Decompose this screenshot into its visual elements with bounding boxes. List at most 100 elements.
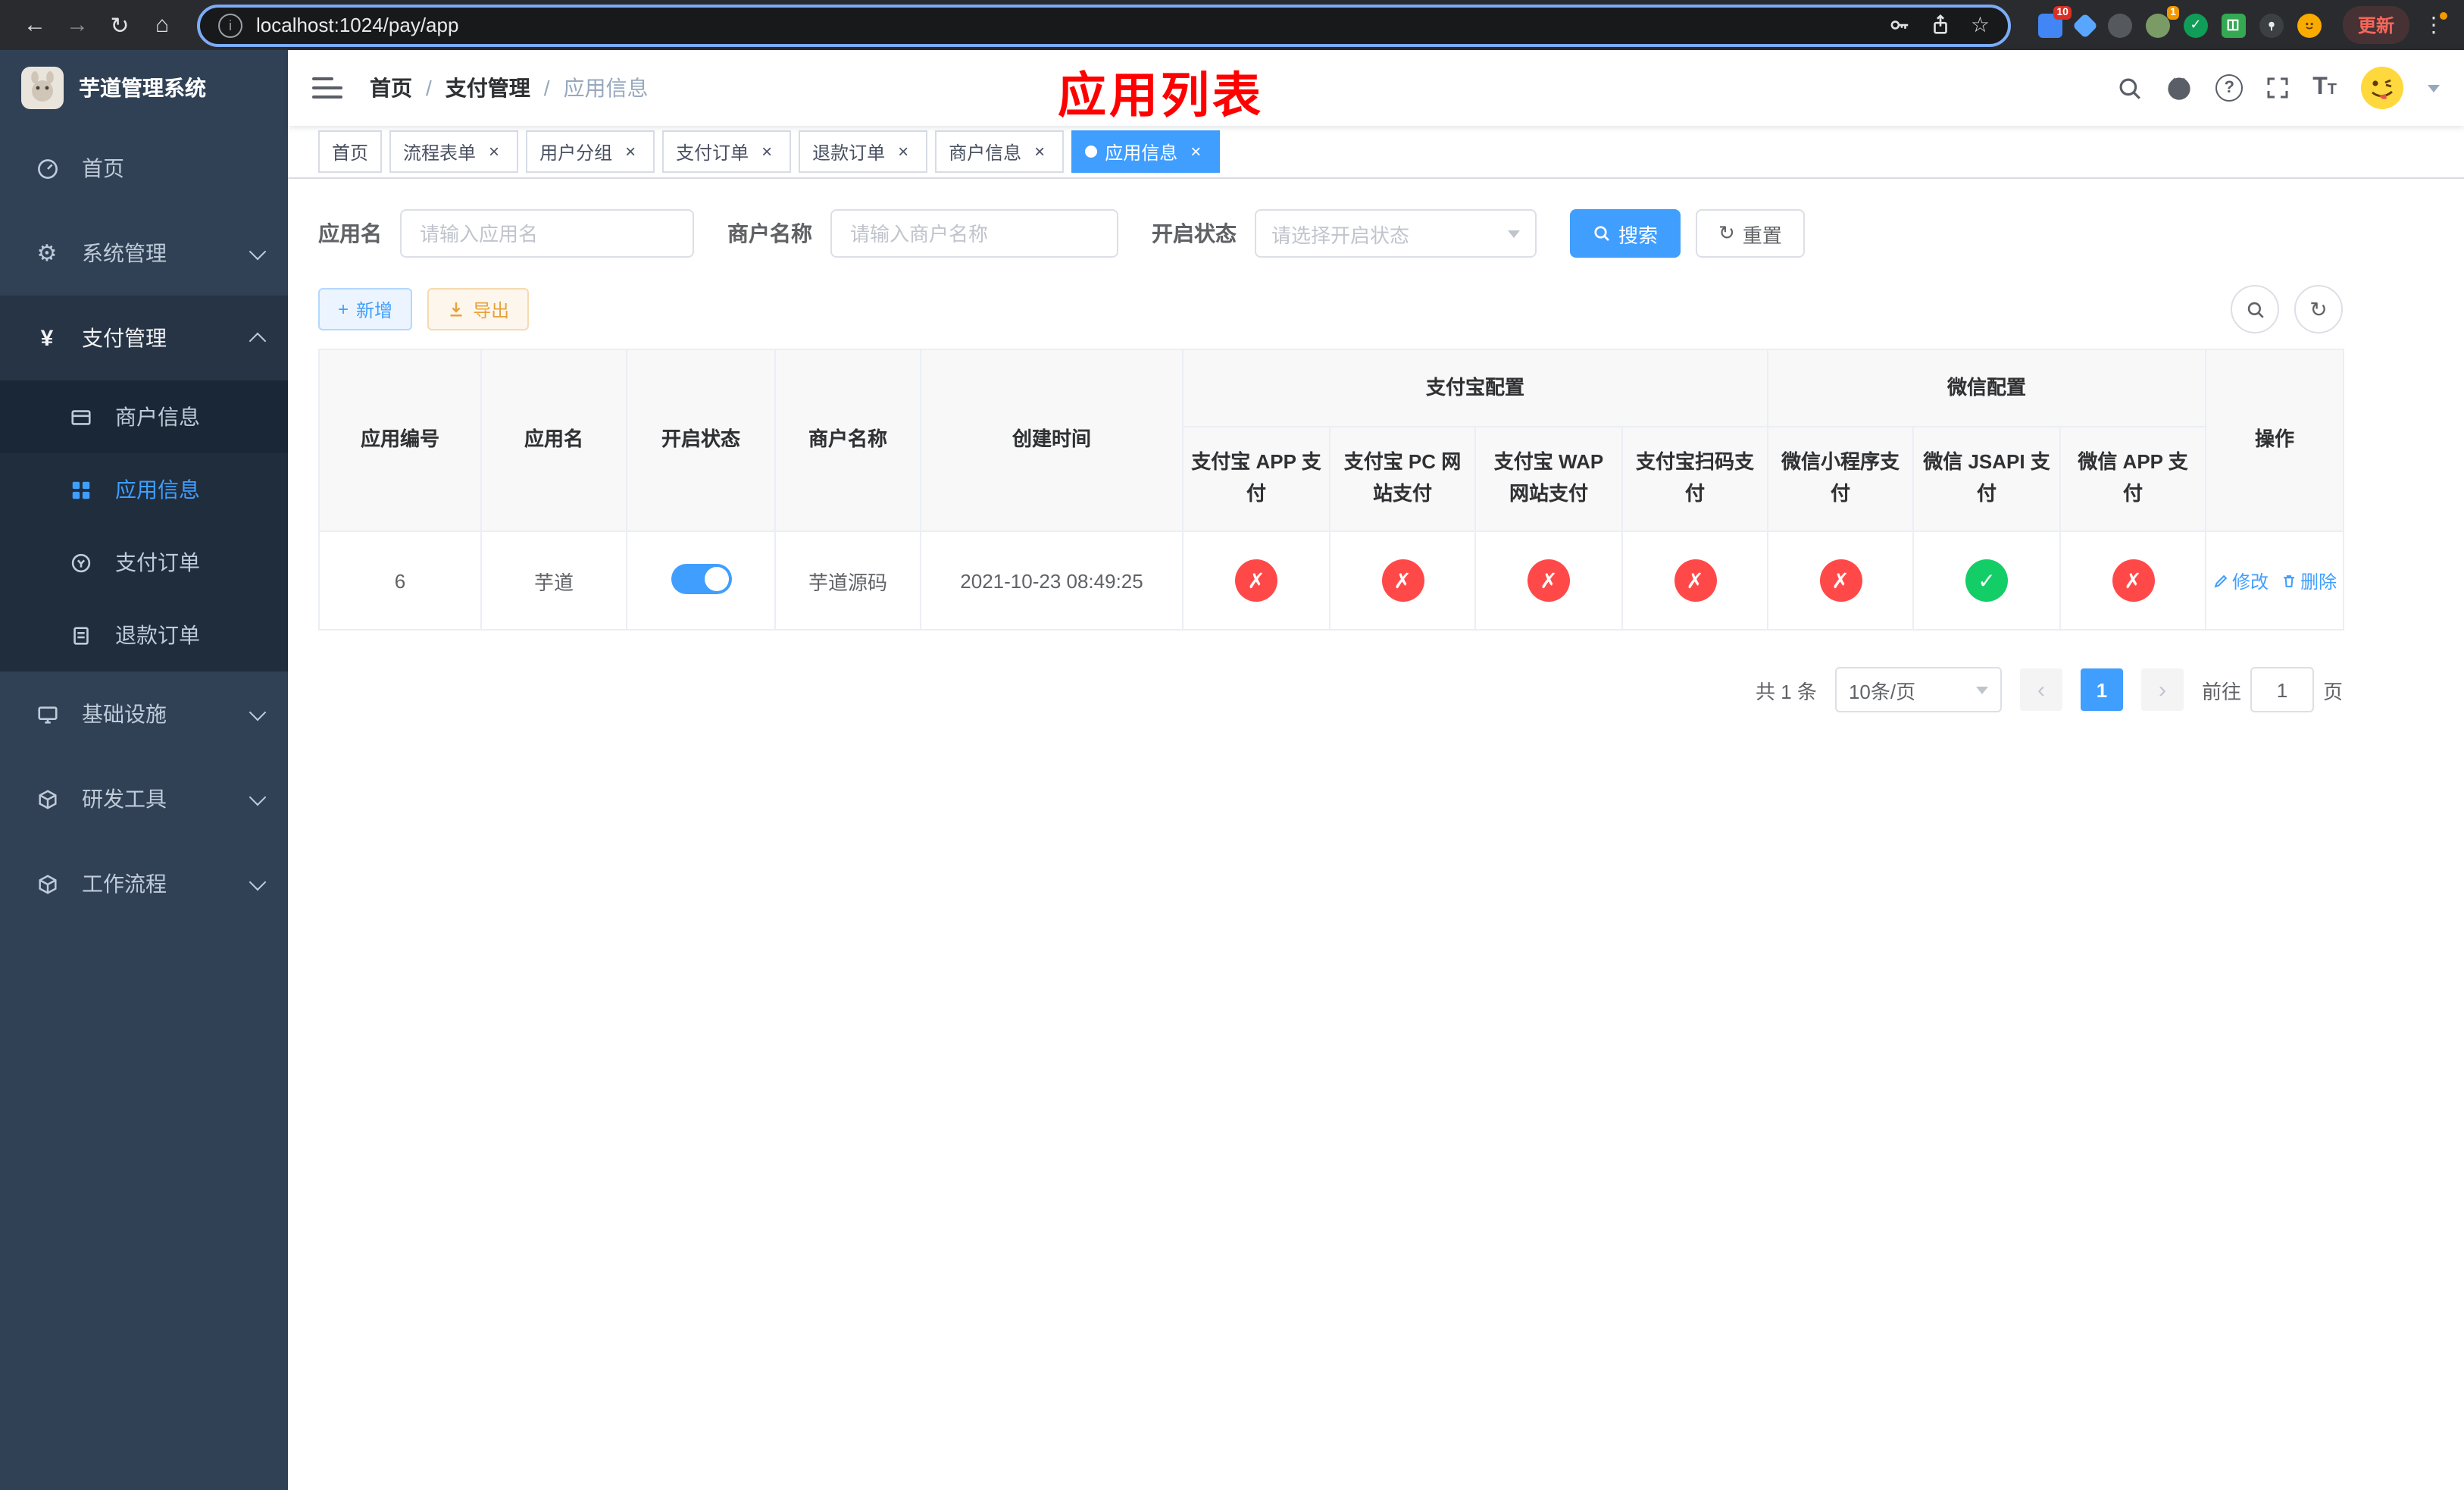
breadcrumb: 首页 / 支付管理 / 应用信息	[370, 73, 649, 103]
close-icon[interactable]: ×	[620, 141, 641, 162]
user-avatar[interactable]	[2359, 65, 2405, 111]
back-button[interactable]: ←	[15, 5, 55, 45]
reload-button[interactable]: ↻	[100, 5, 139, 45]
share-icon[interactable]	[1930, 14, 1953, 36]
search-icon[interactable]	[2117, 75, 2143, 101]
toggle-knob	[704, 566, 728, 590]
extension-icon-emoji[interactable]	[2297, 13, 2322, 37]
status-cross-icon: ✗	[2112, 559, 2155, 602]
sidebar-logo[interactable]: 芋道管理系统	[0, 50, 288, 126]
extension-icon-gem[interactable]	[2072, 12, 2098, 38]
col-header-status: 开启状态	[626, 349, 776, 532]
bookmark-star-icon[interactable]: ☆	[1971, 12, 1990, 38]
sidebar-item-system[interactable]: ⚙ 系统管理	[0, 211, 288, 296]
add-button-label: 新增	[356, 299, 393, 321]
sidebar-item-label: 首页	[82, 156, 124, 180]
browser-menu-kebab-icon[interactable]: ⋮	[2419, 12, 2449, 38]
extension-icon-avatar[interactable]: 1	[2145, 5, 2179, 37]
chevron-down-icon	[249, 872, 267, 891]
toggle-search-button[interactable]	[2231, 285, 2279, 333]
next-page-button[interactable]: ›	[2140, 668, 2184, 711]
monitor-icon	[30, 703, 64, 725]
url-text: localhost:1024/pay/app	[256, 14, 459, 36]
sidebar-item-merchant-info[interactable]: 商户信息	[0, 380, 288, 453]
prev-page-button[interactable]: ‹	[2019, 668, 2062, 711]
breadcrumb-home[interactable]: 首页	[370, 73, 412, 103]
merchant-name-label: 商户名称	[727, 221, 812, 246]
sidebar-item-home[interactable]: 首页	[0, 126, 288, 211]
tab-app-info[interactable]: 应用信息 ×	[1071, 130, 1221, 173]
app-name-input[interactable]	[400, 209, 694, 258]
close-icon[interactable]: ×	[756, 141, 777, 162]
help-icon[interactable]: ?	[2215, 74, 2244, 102]
close-icon[interactable]: ×	[483, 141, 505, 162]
extension-icon-check[interactable]: ✓	[2183, 13, 2208, 37]
chevron-down-icon	[1975, 686, 1988, 693]
avatar-caret-icon[interactable]	[2428, 84, 2440, 92]
page-1-button[interactable]: 1	[2080, 668, 2123, 711]
refresh-button[interactable]: ↻	[2294, 285, 2343, 333]
cell-alipay-pc: ✗	[1329, 531, 1476, 631]
merchant-name-input[interactable]	[830, 209, 1118, 258]
sidebar-item-app-info[interactable]: 应用信息	[0, 453, 288, 526]
plus-icon: +	[338, 299, 349, 320]
browser-chrome: ← → ↻ ⌂ i localhost:1024/pay/app ☆ 10 1 …	[0, 0, 2464, 50]
select-placeholder: 请选择开启状态	[1271, 224, 1410, 246]
sidebar-item-label: 研发工具	[82, 787, 167, 811]
export-button[interactable]: 导出	[427, 288, 530, 330]
col-header-alipay-wap: 支付宝 WAP 网站支付	[1474, 426, 1623, 532]
tab-refund-order[interactable]: 退款订单 ×	[799, 130, 928, 173]
tab-home[interactable]: 首页	[318, 130, 383, 173]
tab-process-form[interactable]: 流程表单 ×	[389, 130, 519, 173]
grid-icon	[64, 478, 97, 501]
chrome-update-chip[interactable]: 更新	[2342, 6, 2409, 44]
cell-created: 2021-10-23 08:49:25	[920, 531, 1184, 631]
url-bar[interactable]: i localhost:1024/pay/app ☆	[197, 4, 2011, 46]
password-key-icon[interactable]	[1889, 14, 1912, 36]
site-info-icon[interactable]: i	[218, 13, 242, 37]
delete-link[interactable]: 删除	[2281, 568, 2337, 593]
reset-button[interactable]: ↻ 重置	[1696, 209, 1805, 258]
close-icon[interactable]: ×	[1185, 141, 1206, 162]
sidebar-item-label: 应用信息	[115, 477, 200, 502]
sidebar-item-refund-order[interactable]: 退款订单	[0, 599, 288, 671]
add-button[interactable]: + 新增	[318, 288, 413, 330]
sidebar-item-label: 商户信息	[115, 405, 200, 429]
edit-link[interactable]: 修改	[2212, 568, 2269, 593]
sidebar-item-payment[interactable]: ¥ 支付管理	[0, 296, 288, 380]
sidebar-item-label: 退款订单	[115, 623, 200, 647]
sidebar-item-infrastructure[interactable]: 基础设施	[0, 671, 288, 756]
extension-icon-pin[interactable]	[2259, 13, 2284, 37]
table-toolbar: + 新增 导出 ↻	[318, 285, 2343, 333]
chevron-down-icon	[249, 242, 267, 260]
forward-button[interactable]: →	[58, 5, 97, 45]
status-toggle[interactable]	[671, 563, 731, 593]
page-size-select[interactable]: 10条/页	[1834, 667, 2002, 712]
status-select[interactable]: 请选择开启状态	[1255, 209, 1537, 258]
fullscreen-icon[interactable]	[2265, 76, 2290, 100]
col-header-alipay-qr: 支付宝扫码支付	[1621, 426, 1769, 532]
tab-user-group[interactable]: 用户分组 ×	[526, 130, 655, 173]
extension-icon-dark[interactable]	[2107, 13, 2132, 37]
tab-label: 流程表单	[403, 142, 477, 163]
font-size-icon[interactable]: TT	[2312, 75, 2337, 100]
yen-icon: ¥	[40, 325, 54, 351]
breadcrumb-payment[interactable]: 支付管理	[446, 73, 530, 103]
cell-wx-jsapi: ✓	[1912, 531, 2062, 631]
home-button[interactable]: ⌂	[142, 5, 182, 45]
cell-alipay-wap: ✗	[1474, 531, 1623, 631]
goto-page-input[interactable]	[2250, 667, 2314, 712]
sidebar-item-dev-tools[interactable]: 研发工具	[0, 756, 288, 841]
sidebar-item-pay-order[interactable]: 支付订单	[0, 526, 288, 599]
tab-merchant-info[interactable]: 商户信息 ×	[935, 130, 1065, 173]
close-icon[interactable]: ×	[893, 141, 914, 162]
sidebar-item-workflow[interactable]: 工作流程	[0, 841, 288, 926]
github-icon[interactable]	[2165, 74, 2193, 102]
sidebar-toggle-icon[interactable]	[312, 77, 342, 99]
extension-icon-book[interactable]	[2221, 13, 2246, 37]
search-button[interactable]: 搜索	[1570, 209, 1681, 258]
extension-icon-grid[interactable]: 10	[2037, 5, 2072, 37]
search-button-label: 搜索	[1618, 224, 1659, 246]
tab-pay-order[interactable]: 支付订单 ×	[662, 130, 792, 173]
close-icon[interactable]: ×	[1029, 141, 1050, 162]
